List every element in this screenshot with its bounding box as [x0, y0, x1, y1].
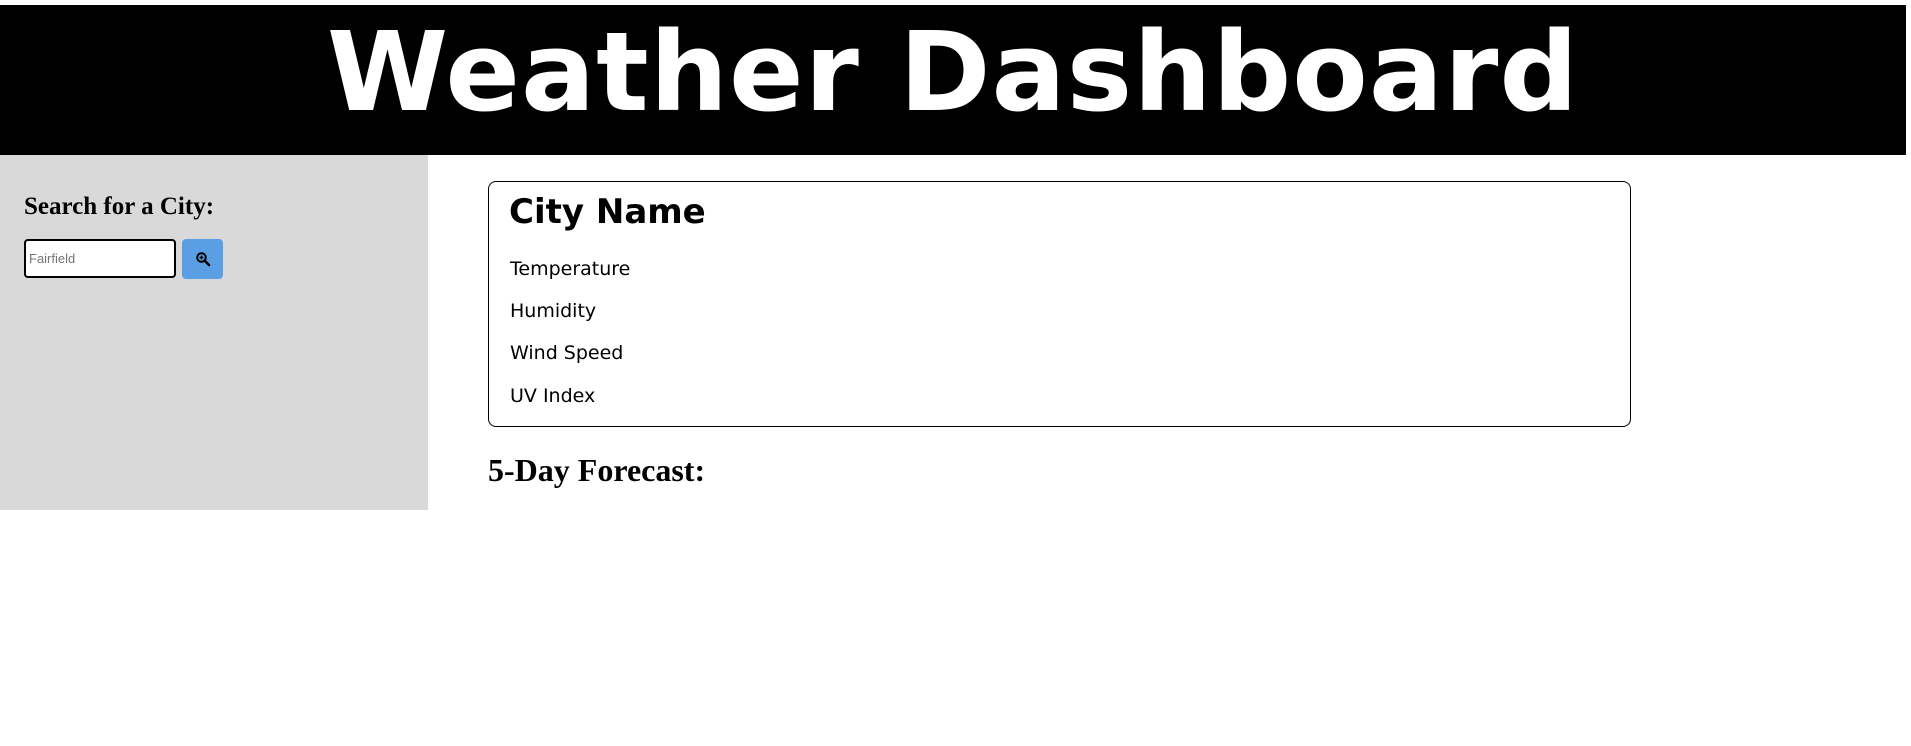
search-heading: Search for a City:: [24, 193, 215, 220]
page: Weather Dashboard Search for a City: Cit…: [0, 0, 1911, 746]
app-header: Weather Dashboard: [0, 5, 1906, 155]
current-weather-card: City Name Temperature Humidity Wind Spee…: [488, 181, 1631, 427]
search-icon: [195, 251, 211, 267]
humidity-label: Humidity: [510, 300, 597, 322]
city-search-input[interactable]: [24, 239, 176, 278]
wind-speed-label: Wind Speed: [510, 342, 624, 364]
uv-index-label: UV Index: [510, 385, 596, 407]
temperature-label: Temperature: [510, 258, 631, 280]
search-button[interactable]: [182, 239, 223, 279]
forecast-heading: 5-Day Forecast:: [488, 452, 706, 488]
page-title: Weather Dashboard: [326, 8, 1580, 136]
city-name: City Name: [509, 192, 706, 232]
